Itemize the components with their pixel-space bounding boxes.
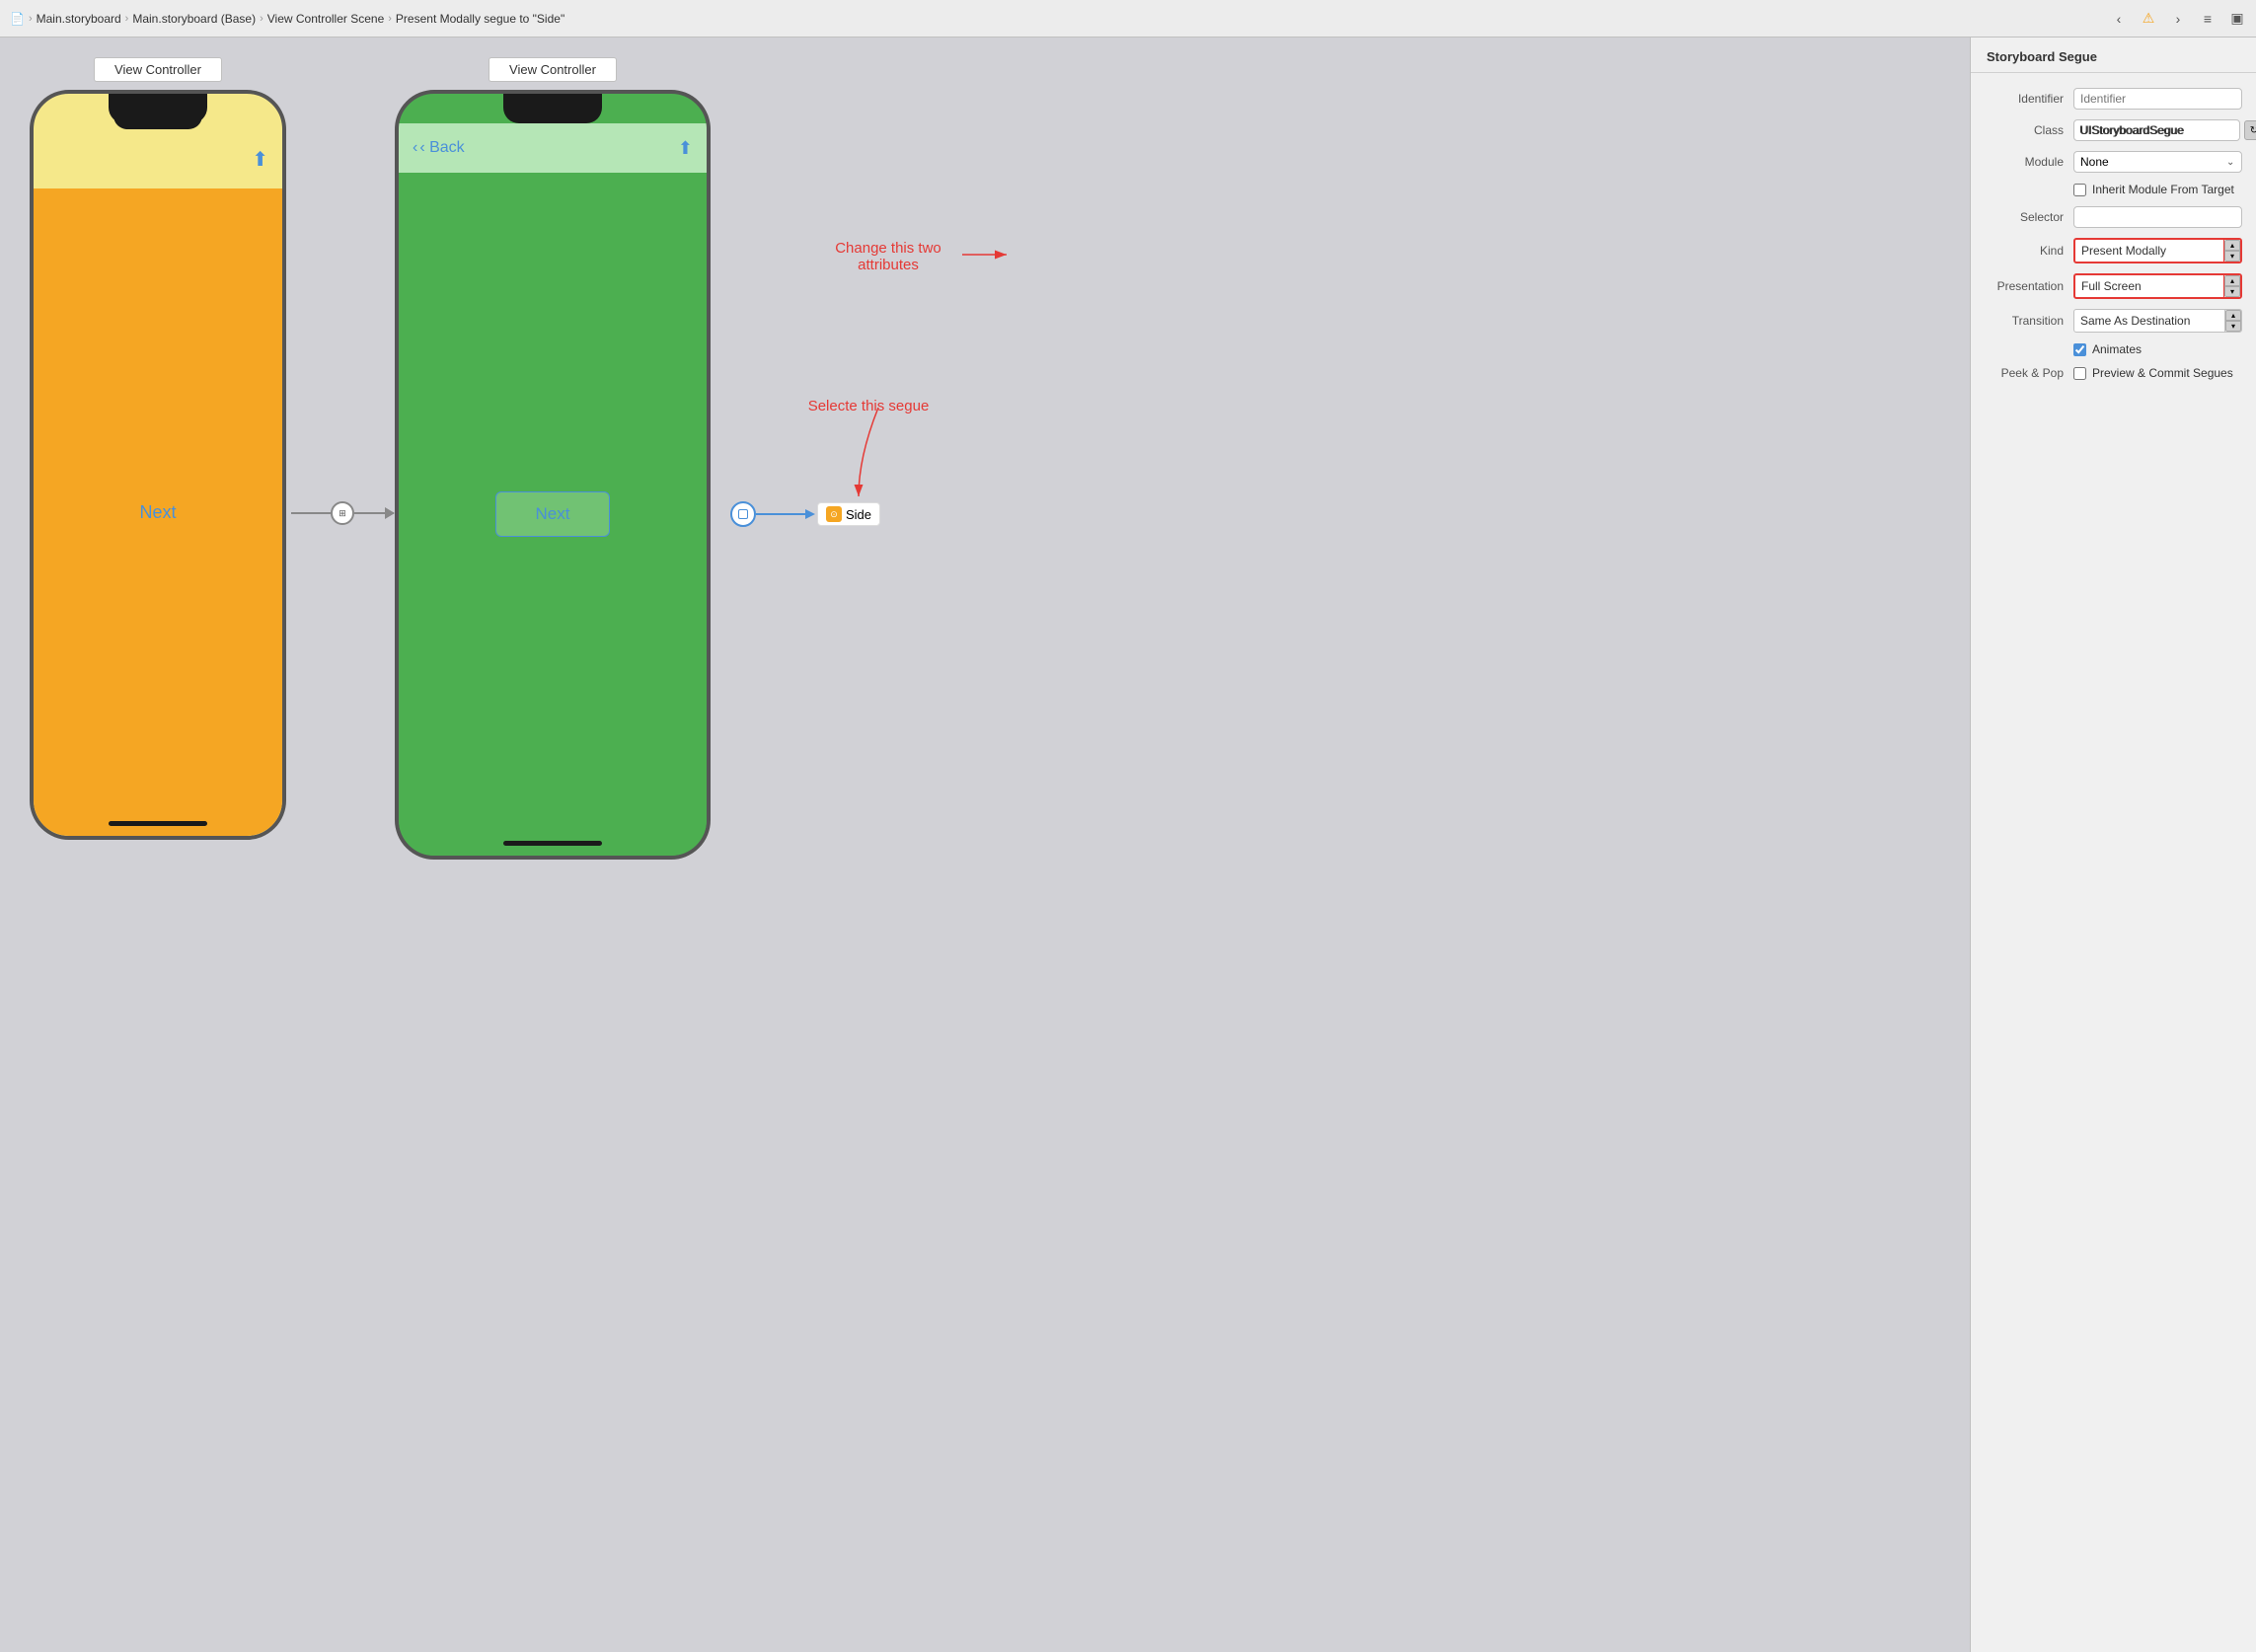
- vc2-phone: ‹ ‹ Back ⬆ Next: [395, 90, 711, 860]
- segue-icon-1: ⊞: [338, 508, 346, 519]
- main-area: View Controller ⬆ Next ⊞: [0, 38, 2256, 1652]
- blue-segue-inner: [738, 509, 748, 519]
- selector-label: Selector: [1985, 210, 2073, 224]
- selector-input[interactable]: [2073, 206, 2242, 228]
- class-value-area: UIStoryboardSegue ↻ ›: [2073, 119, 2256, 141]
- inherit-module-label: Inherit Module From Target: [2092, 183, 2234, 196]
- right-panel-body: Identifier Class UIStoryboardSegue ↻ › M…: [1971, 73, 2256, 1652]
- breadcrumb-main-storyboard-base[interactable]: Main.storyboard (Base): [132, 12, 256, 26]
- breadcrumb-file-icon: 📄: [10, 12, 25, 26]
- presentation-row: Presentation Full Screen ▴ ▾: [1971, 268, 2256, 304]
- kind-value[interactable]: Present Modally ▴ ▾: [2073, 238, 2242, 263]
- identifier-value[interactable]: [2073, 88, 2242, 110]
- module-label: Module: [1985, 155, 2073, 169]
- inherit-module-checkbox[interactable]: [2073, 184, 2086, 196]
- breadcrumb-vc-scene[interactable]: View Controller Scene: [267, 12, 385, 26]
- annotation-select-text: Selecte this segue: [808, 398, 930, 414]
- vc2-home-bar: [503, 841, 602, 846]
- transition-stepper-down[interactable]: ▾: [2225, 321, 2241, 332]
- identifier-label: Identifier: [1985, 92, 2073, 106]
- module-select[interactable]: None: [2073, 151, 2242, 173]
- vc2-panel: View Controller ‹ ‹ Back ⬆ Next: [395, 57, 711, 860]
- selector-value[interactable]: [2073, 206, 2242, 228]
- right-panel-header: Storyboard Segue: [1971, 38, 2256, 73]
- selector-row: Selector: [1971, 201, 2256, 233]
- breadcrumb: 📄 › Main.storyboard › Main.storyboard (B…: [10, 12, 564, 26]
- class-input[interactable]: [2073, 119, 2240, 141]
- vc1-label: View Controller: [94, 57, 222, 82]
- segue-connector-1: ⊞: [291, 501, 394, 525]
- transition-select[interactable]: Same As Destination: [2074, 310, 2224, 332]
- canvas-area[interactable]: View Controller ⬆ Next ⊞: [0, 38, 1970, 1652]
- animates-label: Animates: [2092, 342, 2142, 356]
- vc2-label: View Controller: [489, 57, 617, 82]
- annotation-select: Selecte this segue: [790, 398, 947, 414]
- presentation-value[interactable]: Full Screen ▴ ▾: [2073, 273, 2242, 299]
- kind-stepper-down[interactable]: ▾: [2224, 251, 2240, 262]
- side-chip: ⊙ Side: [817, 502, 880, 526]
- blue-segue-circle: [730, 501, 756, 527]
- transition-label: Transition: [1985, 314, 2073, 328]
- next-button-green: Next: [495, 491, 611, 537]
- presentation-stepper-down[interactable]: ▾: [2224, 286, 2240, 297]
- side-chip-label: Side: [846, 507, 871, 522]
- nav-back-icon[interactable]: ‹: [2110, 10, 2128, 28]
- breadcrumb-segue[interactable]: Present Modally segue to "Side": [396, 12, 564, 26]
- class-row: Class UIStoryboardSegue ↻ ›: [1971, 114, 2256, 146]
- presentation-stepper-up[interactable]: ▴: [2224, 275, 2240, 286]
- inherit-module-row: Inherit Module From Target: [1971, 178, 2256, 201]
- transition-stepper-up[interactable]: ▴: [2225, 310, 2241, 321]
- annotation-select-arrow-svg: [849, 398, 908, 516]
- nav-forward-icon[interactable]: ›: [2169, 10, 2187, 28]
- kind-stepper-up[interactable]: ▴: [2224, 240, 2240, 251]
- toolbar: 📄 › Main.storyboard › Main.storyboard (B…: [0, 0, 2256, 38]
- animates-row: Animates: [1971, 338, 2256, 361]
- identifier-input[interactable]: [2073, 88, 2242, 110]
- back-icon: ‹: [413, 139, 417, 157]
- transition-value[interactable]: Same As Destination ▴ ▾: [2073, 309, 2242, 333]
- vc1-panel: View Controller ⬆ Next: [30, 57, 286, 840]
- vc1-phone: ⬆ Next: [30, 90, 286, 840]
- vc1-notch: [109, 94, 207, 123]
- transition-row: Transition Same As Destination ▴ ▾: [1971, 304, 2256, 338]
- vc1-home-bar: [109, 821, 207, 826]
- module-row: Module None ⌄: [1971, 146, 2256, 178]
- class-label: Class: [1985, 123, 2073, 137]
- vc1-next-label: Next: [139, 502, 176, 523]
- segue-circle-1: ⊞: [331, 501, 354, 525]
- blue-segue: ⊙ Side: [730, 501, 880, 527]
- peek-pop-label: Peek & Pop: [1985, 366, 2073, 380]
- module-value[interactable]: None ⌄: [2073, 151, 2242, 173]
- vc2-notch: [503, 94, 602, 123]
- preview-commit-label: Preview & Commit Segues: [2092, 366, 2233, 380]
- breadcrumb-main-storyboard[interactable]: Main.storyboard: [37, 12, 121, 26]
- presentation-label: Presentation: [1985, 279, 2073, 293]
- list-icon[interactable]: ≡: [2199, 10, 2217, 28]
- kind-row: Kind Present Modally ▴ ▾: [1971, 233, 2256, 268]
- annotation-change-text: Change this twoattributes: [835, 240, 941, 273]
- share-icon: ⬆: [252, 147, 268, 172]
- identifier-row: Identifier: [1971, 83, 2256, 114]
- peek-pop-checkbox[interactable]: [2073, 367, 2086, 380]
- annotation-change: Change this twoattributes: [809, 240, 967, 273]
- kind-select[interactable]: Present Modally: [2075, 240, 2223, 262]
- square-icon[interactable]: ▣: [2228, 10, 2246, 28]
- upload-icon: ⬆: [678, 138, 693, 159]
- peek-pop-row: Peek & Pop Preview & Commit Segues: [1971, 361, 2256, 385]
- back-label: ‹ Back: [419, 139, 464, 157]
- class-refresh-btn[interactable]: ↻: [2244, 120, 2256, 140]
- side-chip-icon: ⊙: [826, 506, 842, 522]
- kind-label: Kind: [1985, 244, 2073, 258]
- presentation-select[interactable]: Full Screen: [2075, 275, 2223, 297]
- animates-checkbox[interactable]: [2073, 343, 2086, 356]
- right-panel: Storyboard Segue Identifier Class UIStor…: [1970, 38, 2256, 1652]
- toolbar-icons: ‹ ⚠ › ≡ ▣: [2110, 10, 2246, 28]
- warning-icon: ⚠: [2140, 10, 2157, 28]
